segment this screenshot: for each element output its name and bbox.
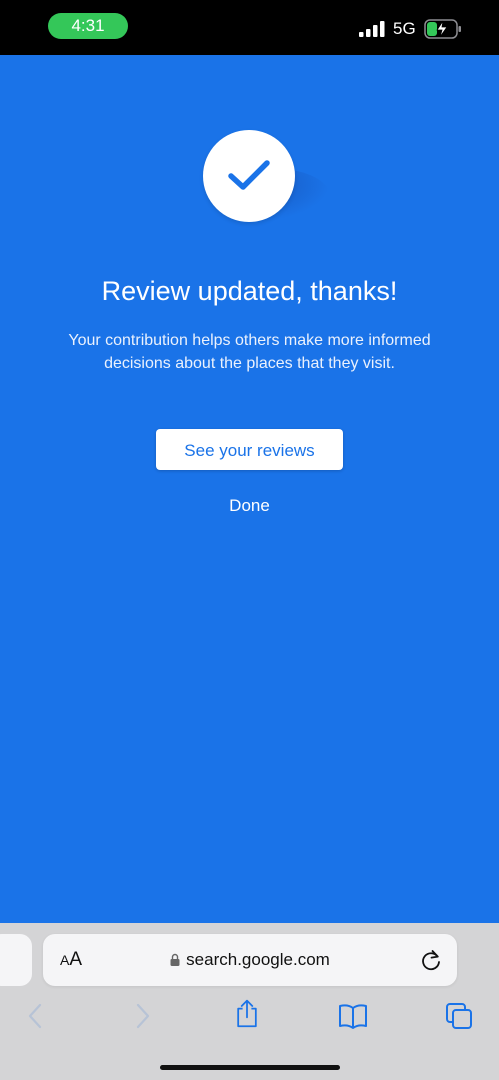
success-badge bbox=[190, 128, 340, 233]
charging-battery-icon bbox=[424, 19, 461, 39]
status-time: 4:31 bbox=[48, 13, 128, 39]
status-bar: 4:31 5G bbox=[0, 0, 499, 55]
lock-icon bbox=[170, 953, 180, 966]
previous-tab-card[interactable] bbox=[0, 934, 32, 986]
checkmark-icon bbox=[228, 160, 270, 190]
address-bar[interactable]: AA search.google.com bbox=[43, 934, 457, 986]
back-arrow-icon[interactable] bbox=[22, 1001, 52, 1031]
signal-bars-icon bbox=[359, 21, 385, 37]
browser-toolbar: AA search.google.com bbox=[0, 923, 499, 1080]
bookmarks-icon[interactable] bbox=[338, 1001, 368, 1031]
network-type: 5G bbox=[393, 19, 416, 38]
confirmation-panel: Review updated, thanks! Your contributio… bbox=[0, 55, 499, 923]
share-icon[interactable] bbox=[232, 998, 262, 1028]
forward-arrow-icon[interactable] bbox=[128, 1001, 158, 1031]
see-your-reviews-button[interactable]: See your reviews bbox=[156, 429, 343, 470]
url-text: search.google.com bbox=[186, 950, 330, 969]
done-button[interactable]: Done bbox=[0, 495, 499, 517]
confirmation-title: Review updated, thanks! bbox=[101, 276, 398, 306]
tabs-icon[interactable] bbox=[444, 1001, 474, 1031]
url-field[interactable]: search.google.com bbox=[43, 948, 457, 972]
reload-icon[interactable] bbox=[420, 948, 442, 972]
home-indicator bbox=[160, 1065, 340, 1070]
badge-circle bbox=[203, 130, 295, 222]
confirmation-message: Your contribution helps others make more… bbox=[68, 332, 431, 372]
